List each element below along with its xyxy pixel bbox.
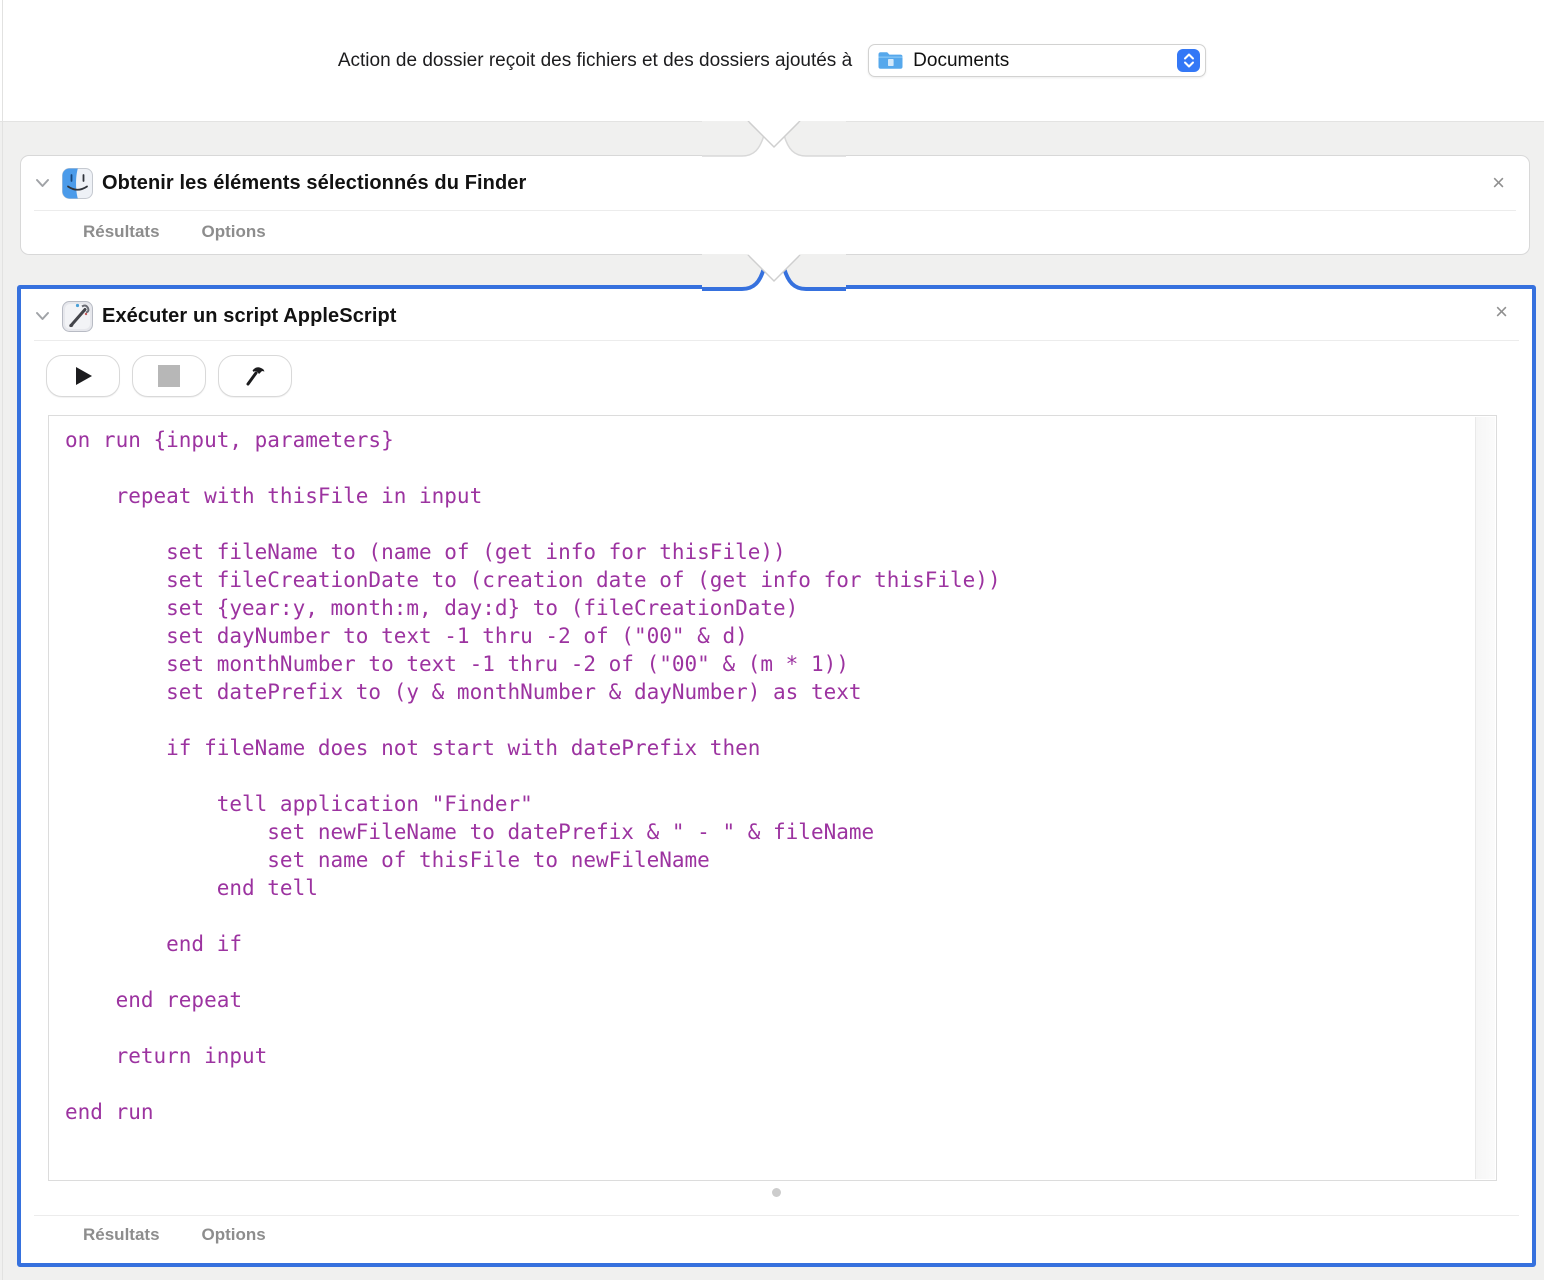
compile-script-button[interactable] [218,355,292,397]
action1-links: Résultats Options [83,222,266,242]
stop-script-button[interactable] [132,355,206,397]
chevron-down-icon[interactable] [35,310,53,322]
action1-title: Obtenir les éléments sélectionnés du Fin… [102,171,527,194]
action-card-run-applescript[interactable]: Exécuter un script AppleScript × on run … [17,285,1536,1267]
chevron-down-icon[interactable] [35,177,53,189]
action2-close-icon[interactable]: × [1495,301,1508,323]
workflow-connector-2 [702,254,846,300]
blue-folder-icon [877,50,904,71]
stop-icon [156,363,182,389]
applescript-editor[interactable]: on run {input, parameters} repeat with t… [48,415,1497,1181]
window-edge-divider [2,0,3,1280]
action2-divider [34,340,1519,341]
hammer-icon [242,363,268,389]
action1-divider [34,210,1516,211]
action-card-get-finder-items[interactable]: Obtenir les éléments sélectionnés du Fin… [20,155,1530,255]
resize-handle[interactable] [771,1188,781,1197]
folder-select-value: Documents [913,49,1010,71]
applescript-code[interactable]: on run {input, parameters} repeat with t… [49,416,1474,1180]
finder-icon [62,167,93,199]
action2-results-link[interactable]: Résultats [83,1225,160,1245]
applescript-toolbar [46,355,292,397]
action2-options-link[interactable]: Options [202,1225,266,1245]
folder-action-header: Action de dossier reçoit des fichiers et… [0,0,1544,122]
run-script-button[interactable] [46,355,120,397]
action1-close-icon[interactable]: × [1492,172,1505,194]
folder-action-sentence: Action de dossier reçoit des fichiers et… [337,49,853,71]
editor-scrollbar[interactable] [1475,417,1495,1179]
applescript-icon [62,300,93,332]
action2-bottom-divider [34,1215,1519,1216]
folder-select-popup[interactable]: Documents [868,44,1207,77]
action2-links: Résultats Options [83,1225,266,1245]
workflow-connector-1 [702,121,846,165]
action2-title: Exécuter un script AppleScript [102,304,397,327]
popup-stepper-icon[interactable] [1177,49,1201,72]
action1-options-link[interactable]: Options [202,222,266,242]
play-icon [71,364,95,388]
action1-results-link[interactable]: Résultats [83,222,160,242]
